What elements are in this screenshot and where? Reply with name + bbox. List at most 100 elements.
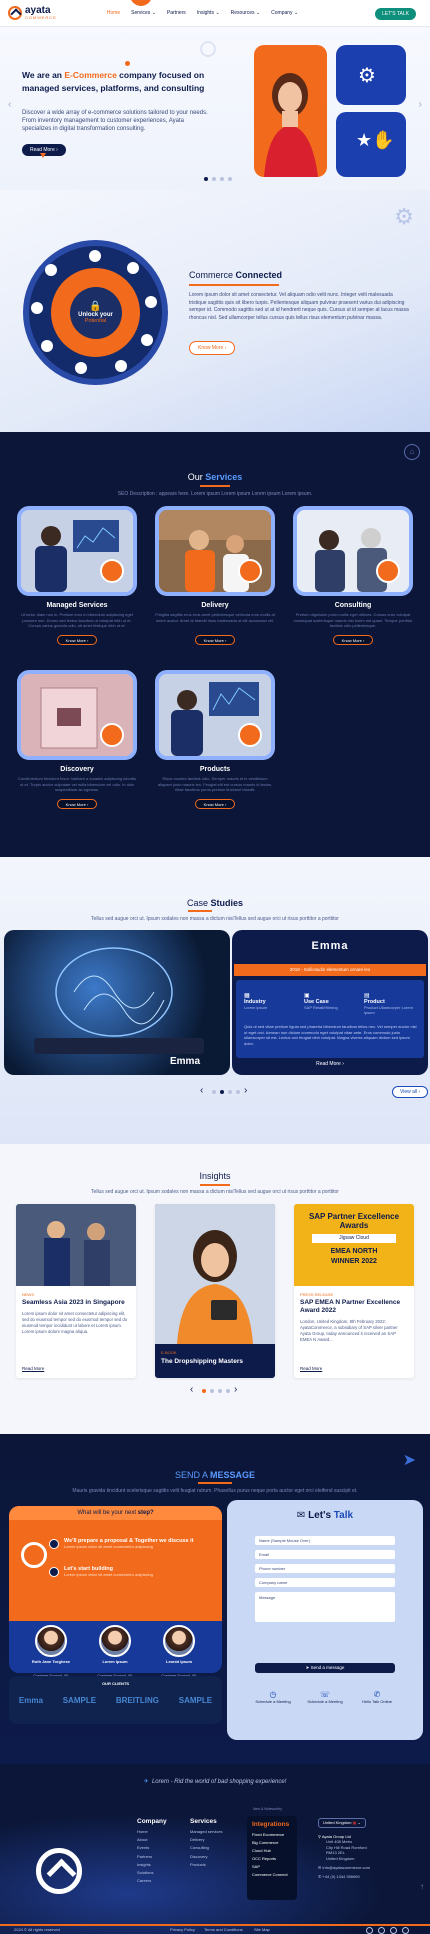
award-banner: SAP Partner Excellence Awards Jigsaw Clo… (294, 1204, 414, 1286)
lets-talk-button[interactable]: LET'S TALK (375, 8, 416, 20)
footer-link[interactable]: Delivery (190, 1837, 222, 1842)
email-link[interactable]: ✉ info@ayatacommerce.com (318, 1865, 418, 1871)
phone-link[interactable]: ✆ +44 (0) 1344 356690 (318, 1874, 418, 1880)
service-text-managed: Ut tortor diam non in. Pretium eros in b… (21, 612, 133, 628)
talk-online-link[interactable]: ✆ Hello Talk Online (353, 1690, 401, 1704)
footer-link[interactable]: Commerce Connect (252, 1872, 292, 1877)
insight-tag: PRESS RELEASE (300, 1292, 334, 1297)
footer-link[interactable]: Events (137, 1845, 167, 1850)
schedule-meeting-link[interactable]: ◷ Schedule a Meeting (249, 1690, 297, 1704)
linkedin-icon[interactable] (366, 1927, 373, 1934)
footer-link[interactable]: Big Commerce (252, 1840, 292, 1845)
service-know-more-consulting[interactable]: Know More › (333, 635, 373, 645)
company-field[interactable]: Company name (255, 1578, 395, 1587)
service-know-more-delivery[interactable]: Know More › (195, 635, 235, 645)
privacy-link[interactable]: Privacy Policy (170, 1926, 195, 1934)
btn-label: Know More (341, 637, 362, 643)
service-know-more-managed[interactable]: Know More › (57, 635, 97, 645)
service-know-more-products[interactable]: Know More › (195, 799, 235, 809)
case-next-arrow-icon[interactable]: › (244, 1085, 247, 1096)
service-image-products[interactable] (155, 670, 275, 760)
woman-tablet-photo-icon (155, 1204, 275, 1344)
email-field[interactable]: Email (255, 1550, 395, 1559)
phone-icon: ✆ (373, 1690, 381, 1699)
hero-next-arrow-icon[interactable]: › (419, 99, 422, 110)
case-read-more-link[interactable]: Read More › (232, 1061, 428, 1067)
chevron-down-icon: ⌄ (255, 10, 261, 16)
sitemap-link[interactable]: Site Map (254, 1926, 270, 1934)
avatar (35, 1625, 67, 1657)
hero-prev-arrow-icon[interactable]: ‹ (8, 99, 11, 110)
service-image-delivery[interactable] (155, 506, 275, 596)
footer-link[interactable]: Partners (137, 1854, 167, 1859)
insight-card-press[interactable]: SAP Partner Excellence Awards Jigsaw Clo… (294, 1204, 414, 1378)
footer-link[interactable]: Insights (137, 1862, 167, 1867)
insight-read-more[interactable]: Read More (300, 1366, 322, 1371)
nav-company[interactable]: Company ⌄ (271, 10, 298, 16)
service-image-consulting[interactable] (293, 506, 413, 596)
connected-text: Lorem ipsum dolor sit amet consectetur. … (189, 292, 409, 321)
insight-read-more[interactable]: Read More (22, 1366, 44, 1371)
message-field[interactable]: Message (255, 1592, 395, 1622)
service-image-managed[interactable] (17, 506, 137, 596)
hero-carousel-dots[interactable] (204, 177, 232, 181)
btn-label: Know More (203, 801, 224, 807)
footer-link[interactable]: SAP (252, 1864, 292, 1869)
twitter-icon[interactable] (378, 1927, 385, 1934)
case-carousel-dots[interactable] (212, 1090, 240, 1094)
footer-logo-icon[interactable] (36, 1848, 82, 1894)
insight-card-news[interactable]: NEWS Seamless Asia 2023 in Singapore Lor… (16, 1204, 136, 1378)
nav-insights-label: Insights (196, 10, 215, 16)
insight-carousel-dots[interactable] (202, 1389, 230, 1393)
footer-link[interactable]: Products (190, 1862, 222, 1867)
woman-photo-icon (264, 73, 318, 177)
footer-link[interactable]: OCC Reports (252, 1856, 292, 1861)
footer-link[interactable]: Managed services (190, 1829, 222, 1834)
name-field[interactable]: Name (Sample Mouse Over) (255, 1536, 395, 1545)
insight-next-arrow-icon[interactable]: › (234, 1384, 237, 1395)
nav-resources[interactable]: Resources ⌄ (231, 10, 261, 16)
footer-link[interactable]: Discovery (190, 1854, 222, 1859)
footer-link[interactable]: Solutions (137, 1870, 167, 1875)
case-prev-arrow-icon[interactable]: ‹ (200, 1085, 203, 1096)
phone-text: +44 (0) 1344 356690 (322, 1873, 360, 1879)
send-message-button[interactable]: ➤ Send a message (255, 1663, 395, 1673)
insight-prev-arrow-icon[interactable]: ‹ (190, 1384, 193, 1395)
cases-subtitle: Tellus sed augue orci ut. Ipsum sodales … (91, 916, 339, 922)
instagram-icon[interactable] (390, 1927, 397, 1934)
facebook-icon[interactable] (402, 1927, 409, 1934)
title-underline (200, 1184, 230, 1186)
service-know-more-discovery[interactable]: Know More › (57, 799, 97, 809)
footer-link[interactable]: About (137, 1837, 167, 1842)
terms-link[interactable]: Terms and Conditions (204, 1926, 243, 1934)
schedule-meeting-link[interactable]: ☏ Schedule a Meeting (301, 1690, 349, 1704)
footer-link[interactable]: Consulting (190, 1845, 222, 1850)
know-more-button[interactable]: Know More › (189, 341, 236, 355)
insights-title: Insights (199, 1171, 231, 1181)
locale-select[interactable]: United Kingdom ▦ ⌄ (318, 1818, 366, 1828)
view-all-button[interactable]: View all › (392, 1086, 429, 1098)
service-image-discovery[interactable] (17, 670, 137, 760)
footer-link[interactable]: Careers (137, 1878, 167, 1883)
nav-partners[interactable]: Partners (167, 10, 186, 16)
brand-logo[interactable]: ayata COMMERCE (8, 6, 57, 20)
nav-home[interactable]: Home (107, 10, 120, 16)
footer-link[interactable]: Fixed Ecommerce (252, 1832, 292, 1837)
location-pin-icon: ⚲ (318, 1833, 321, 1839)
gear-hand-icon: ⚙ (358, 65, 376, 87)
cases-title: Case Studies (0, 898, 430, 908)
nav-services[interactable]: Services ⌄ (131, 10, 156, 16)
hero-section: ‹ › We are an E-Commerce company focused… (0, 27, 430, 190)
scroll-top-icon[interactable]: ↑ (420, 1882, 424, 1891)
insight-card-ebook[interactable]: E-BOOK The Dropshipping Masters (155, 1204, 275, 1378)
company-name-text: Ayata Group Ltd (321, 1833, 351, 1839)
know-more-label: Know More (198, 345, 224, 351)
footer-bottom-bar: 2024 © All rights reserved Privacy Polic… (0, 1924, 430, 1934)
decor-triangle (40, 153, 46, 159)
footer-link[interactable]: Home (137, 1829, 167, 1834)
footer-link[interactable]: Cloud Hub (252, 1848, 292, 1853)
envelope-icon: ✉ (296, 1510, 306, 1521)
nav-insights[interactable]: Insights ⌄ (197, 10, 220, 16)
phone-field[interactable]: Phone number (255, 1564, 395, 1573)
check-icon (49, 1539, 59, 1549)
